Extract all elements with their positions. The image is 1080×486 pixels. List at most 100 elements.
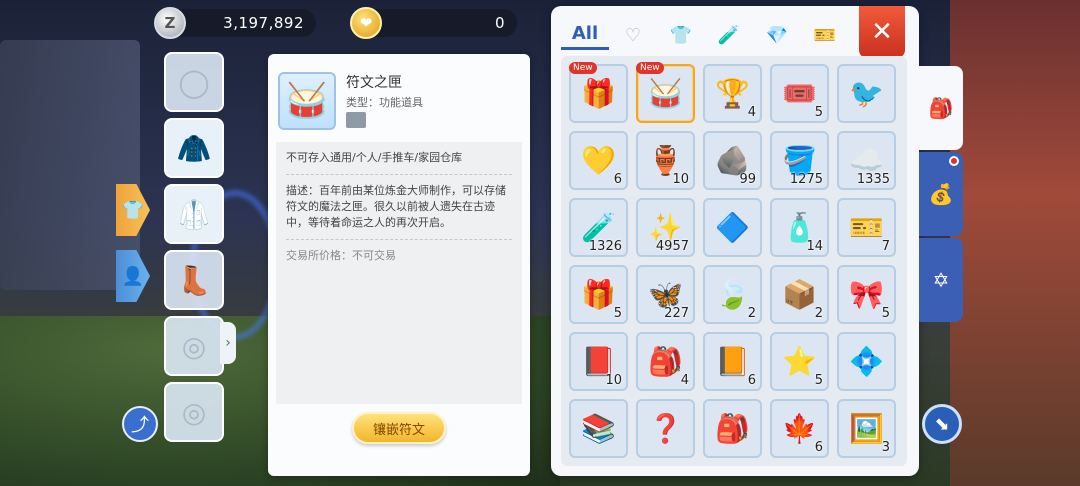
inventory-item-slot[interactable]: 🎟️ 5 [770,64,829,123]
item-quantity: 4 [680,373,689,388]
inventory-item-slot[interactable]: 🪣 1275 [770,131,829,190]
item-quantity: 227 [664,306,689,321]
item-icon: 🍁 [782,412,817,445]
item-icon: 🎫 [849,211,884,244]
inventory-item-slot[interactable]: 🦋 227 [636,265,695,324]
inventory-tabs: All ♡ 👕 🧪 💎 🎫 [561,18,861,52]
inventory-item-slot[interactable]: 🍃 2 [703,265,762,324]
item-quantity: 2 [814,306,823,321]
empty-slot-icon: ◯ [178,65,210,99]
tab-character[interactable]: 👤 [116,250,150,302]
item-icon: 🎒 [648,345,683,378]
inventory-item-slot[interactable]: ☁️ 1335 [837,131,896,190]
item-quantity: 1275 [789,172,823,187]
tab-all[interactable]: All [561,20,609,50]
inventory-item-slot[interactable]: 🎀 5 [837,265,896,324]
item-quantity: 7 [881,239,890,254]
inventory-item-slot[interactable]: 🍁 6 [770,399,829,458]
item-quantity: 6 [747,373,756,388]
equip-slot-1[interactable]: ◯ [164,52,224,112]
tab-costume[interactable]: 👕 [116,184,150,236]
inventory-item-slot[interactable]: 🎒 4 [636,332,695,391]
item-icon: 🎀 [849,278,884,311]
equip-slot-6[interactable]: ◎ [164,382,224,442]
inventory-item-slot[interactable]: 🧪 1326 [569,198,628,257]
inventory-item-slot[interactable]: 📙 6 [703,332,762,391]
token-counter: ❤ 0 [350,7,517,39]
new-badge: New [569,62,597,74]
item-detail-panel: 🥁 符文之匣 类型：功能道具 不可存入通用/个人/手推车/家园仓库 描述：百年前… [268,54,530,476]
inventory-item-slot[interactable]: 🎁 New [569,62,628,123]
book-icon[interactable] [346,112,366,128]
rune-circle-icon: ✡ [932,268,950,292]
inventory-item-slot[interactable]: 🎒 [703,399,762,458]
item-detail-icon-box: 🥁 [278,72,336,130]
character-icon: 👤 [121,265,145,287]
empty-slot-icon: ◎ [181,395,207,429]
item-icon: 🎒 [715,412,750,445]
equip-slot-4[interactable]: 👢 [164,250,224,310]
inventory-panel: All ♡ 👕 🧪 💎 🎫 ✕ 🎁 New 🥁 New 🏆 4 🎟️ 5 🐦 💛 6 🏺 10 🪨 99 🪣 1… [551,6,919,476]
inventory-item-slot[interactable]: 🏺 10 [636,131,695,190]
tab-zeny-bag[interactable]: 💰 [919,152,963,236]
inventory-item-slot[interactable]: 📕 10 [569,332,628,391]
equip-slot-2[interactable]: 🧥 [164,118,224,178]
item-icon: ⭐ [782,345,817,378]
item-icon: 🍃 [715,278,750,311]
item-quantity: 6 [613,172,622,187]
minimize-icon: ⬊ [934,413,950,435]
zeny-amount: 3,197,892 [223,14,304,32]
inventory-item-slot[interactable]: 💛 6 [569,131,628,190]
inlay-rune-button[interactable]: 镶嵌符文 [352,412,446,444]
heart-token-icon: ❤ [350,7,382,39]
zeny-bag-icon: 💰 [928,182,954,206]
item-quantity: 4957 [655,239,689,254]
inventory-item-slot[interactable]: 🔷 [703,198,762,257]
item-icon: 🖼️ [849,412,884,445]
inventory-item-slot[interactable]: ⭐ 5 [770,332,829,391]
inventory-item-slot[interactable]: 🐦 [837,64,896,123]
inventory-item-slot[interactable]: ✨ 4957 [636,198,695,257]
expand-arrow-button[interactable]: › [220,322,236,364]
item-quantity: 3 [881,440,890,455]
minimize-button[interactable]: ⬊ [922,404,962,444]
equip-slot-5[interactable]: ◎ [164,316,224,376]
item-quantity: 4 [747,105,756,120]
share-button[interactable]: ⤴ [122,406,158,442]
equip-slot-3[interactable]: 🥼 [164,184,224,244]
tab-consumables[interactable]: 🧪 [705,20,753,50]
zeny-counter: Z 3,197,892 [154,7,316,39]
tab-rune[interactable]: ✡ [919,238,963,322]
notification-dot [949,156,959,166]
inventory-item-slot[interactable]: 🖼️ 3 [837,399,896,458]
tab-materials[interactable]: 💎 [753,20,801,50]
close-button[interactable]: ✕ [859,6,905,58]
inventory-item-slot[interactable]: 📚 [569,399,628,458]
tab-favorites[interactable]: ♡ [609,20,657,50]
inventory-item-slot[interactable]: 🥁 New [636,62,695,123]
item-icon: 🔷 [715,211,750,244]
inventory-item-slot[interactable]: 🪨 99 [703,131,762,190]
tab-equipment[interactable]: 👕 [657,20,705,50]
item-icon: 🎟️ [782,77,817,110]
background-curtain [950,0,1080,486]
inventory-item-slot[interactable]: 🎁 5 [569,265,628,324]
item-icon: 📙 [715,345,750,378]
item-quantity: 5 [814,373,823,388]
item-quantity: 6 [814,440,823,455]
item-quantity: 99 [739,172,756,187]
share-icon: ⤴ [131,415,149,436]
inventory-item-slot[interactable]: 💠 [837,332,896,391]
tab-backpack[interactable]: 🎒 [919,66,963,150]
inventory-item-slot[interactable]: 🧴 14 [770,198,829,257]
storage-note: 不可存入通用/个人/手推车/家园仓库 [286,151,463,164]
item-icon: 🎁 [581,278,616,311]
inventory-item-slot[interactable]: 📦 2 [770,265,829,324]
item-quantity: 1335 [856,172,890,187]
tab-cards[interactable]: 🎫 [801,20,849,50]
inventory-item-slot[interactable]: 🏆 4 [703,64,762,123]
inventory-item-slot[interactable]: ❓ [636,399,695,458]
item-quantity: 5 [613,306,622,321]
item-detail-body: 不可存入通用/个人/手推车/家园仓库 描述：百年前由某位炼金大师制作，可以存储符… [276,142,522,404]
inventory-item-slot[interactable]: 🎫 7 [837,198,896,257]
